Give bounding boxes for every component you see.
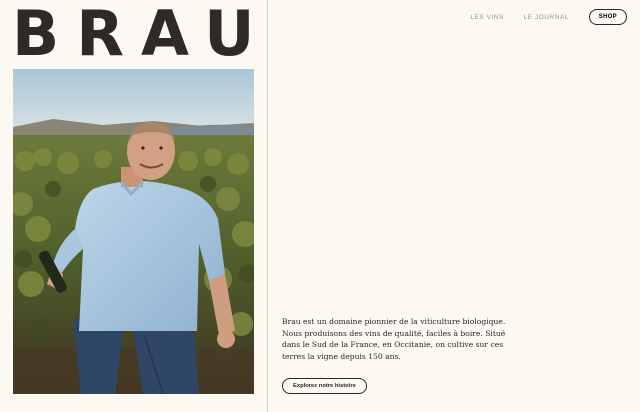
left-panel: BRAU — [0, 0, 267, 412]
hero-photo — [13, 69, 254, 394]
shop-button[interactable]: SHOP — [588, 9, 627, 25]
intro-paragraph: Brau est un domaine pionnier de la vitic… — [282, 317, 506, 361]
top-navigation: LES VINS LE JOURNAL SHOP — [470, 8, 627, 26]
nav-link-les-vins[interactable]: LES VINS — [470, 14, 503, 21]
panel-divider — [267, 0, 268, 412]
winemaker-in-vineyard-image — [13, 69, 254, 394]
brand-logo[interactable]: BRAU — [12, 1, 271, 67]
nav-link-le-journal[interactable]: LE JOURNAL — [524, 14, 569, 21]
explore-history-button[interactable]: Explorez notre histoire — [282, 378, 367, 394]
